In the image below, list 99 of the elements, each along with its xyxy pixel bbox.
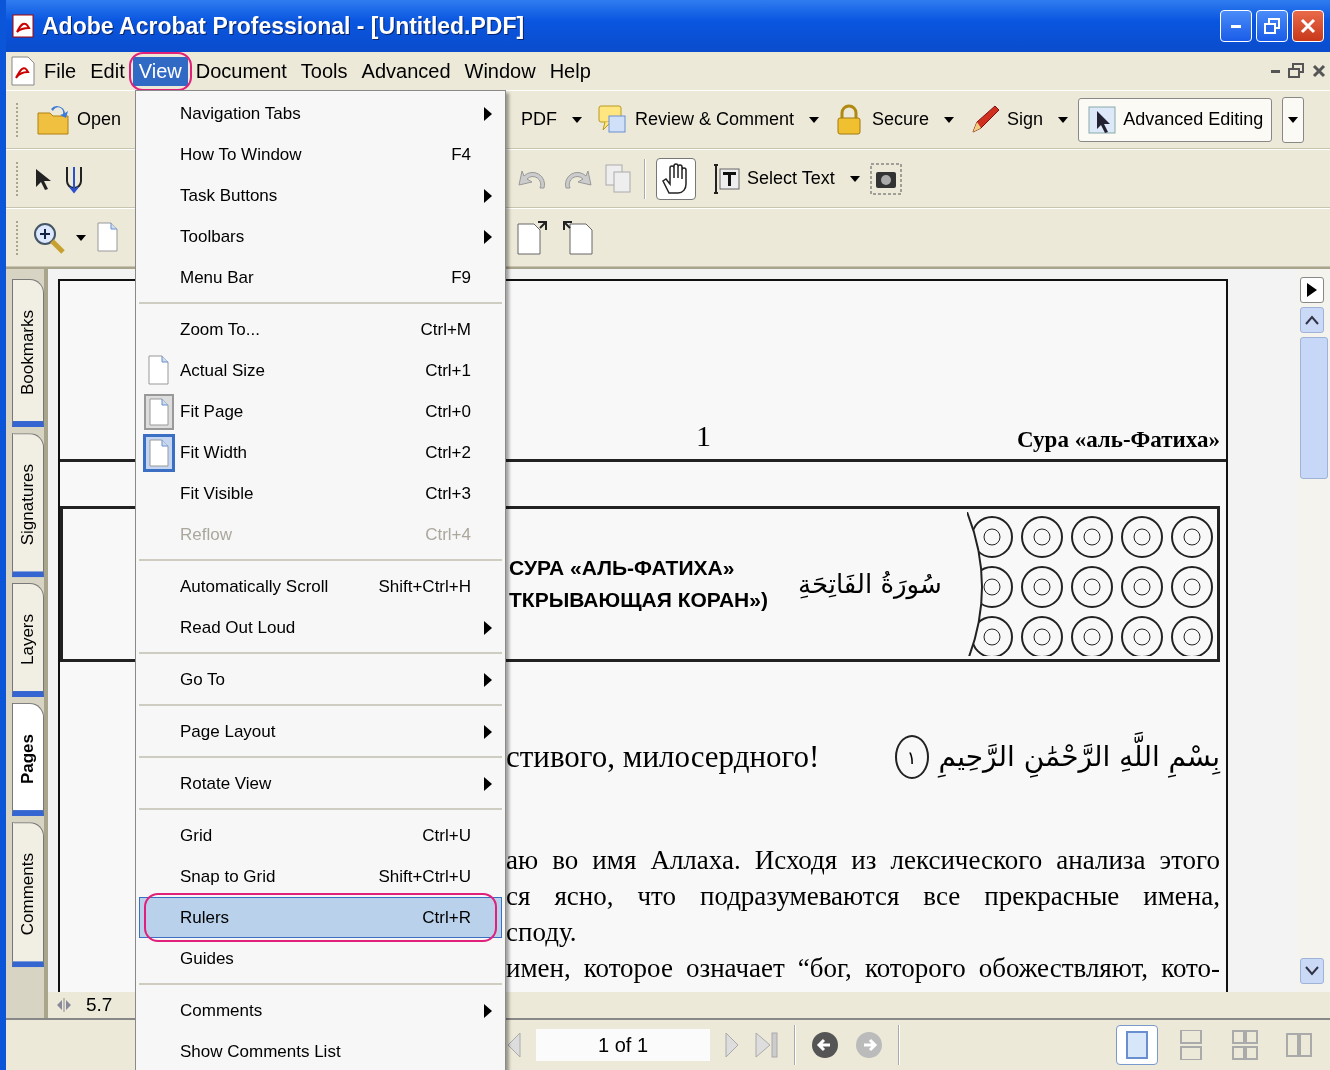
menu-item[interactable]: Menu Bar F9 (139, 257, 502, 298)
task-button[interactable]: PDF (516, 104, 562, 135)
page-size-text: 5.7 (86, 994, 113, 1016)
caret-icon[interactable] (944, 116, 955, 123)
body-text-line: аю во имя Аллаха. Исходя из лексического анализа этого (506, 844, 1220, 878)
pen-icon (969, 103, 1002, 136)
scroll-up-button[interactable] (1300, 307, 1324, 333)
minimize-icon[interactable] (1271, 69, 1280, 73)
menu-item[interactable]: Window (458, 56, 542, 86)
minimize-icon (1231, 24, 1241, 28)
caret-icon[interactable] (1058, 116, 1069, 123)
caret-icon[interactable] (849, 175, 860, 182)
caret-icon[interactable] (572, 116, 582, 123)
banner-title: СУРА «АЛЬ-ФАТИХА» (509, 556, 736, 580)
translation-text: стивого, милосердного! (506, 739, 820, 776)
menu-item[interactable]: Actual Size Ctrl+1 (139, 350, 502, 391)
minimize-button[interactable] (1220, 10, 1252, 42)
select-text-button[interactable]: Select Text (706, 157, 840, 200)
navigation-tab[interactable]: Bookmarks (12, 279, 44, 428)
menu-item[interactable]: Page Layout (139, 711, 502, 752)
menu-item[interactable]: Automatically Scroll Shift+Ctrl+H (139, 566, 502, 607)
menu-item[interactable]: Fit Width Ctrl+2 (139, 432, 502, 473)
close-button[interactable] (1292, 10, 1324, 42)
chevron-up-icon (1305, 315, 1319, 325)
menu-item[interactable]: Read Out Loud (139, 607, 502, 648)
folder-icon (37, 104, 71, 135)
menu-item[interactable]: Guides (139, 938, 502, 979)
submenu-arrow-icon (484, 776, 492, 791)
page-layout-button[interactable] (1116, 1025, 1158, 1065)
body-text-line: ся ясно, что подразумеваются все прекрасные имена, (506, 880, 1220, 914)
menu-item[interactable]: Fit Page Ctrl+0 (139, 391, 502, 432)
menu-item[interactable]: Zoom To... Ctrl+M (139, 309, 502, 350)
body-text-line: споду. (506, 916, 578, 950)
menu-item[interactable]: Help (543, 56, 597, 86)
text-cursor-icon (711, 162, 741, 195)
submenu-arrow-icon (484, 106, 492, 121)
menu-item[interactable]: Show Comments List (139, 1031, 502, 1070)
submenu-arrow-icon (484, 724, 492, 739)
page-icon (147, 354, 171, 387)
submenu-arrow-icon (484, 1003, 492, 1018)
verse-number: ١ (894, 735, 929, 780)
submenu-arrow-icon (484, 229, 492, 244)
page-number-field[interactable]: 1 of 1 (536, 1029, 710, 1061)
menu-item[interactable]: Fit Visible Ctrl+3 (139, 473, 502, 514)
scroll-down-button[interactable] (1300, 958, 1324, 984)
app-logo-icon (12, 14, 34, 38)
menu-item[interactable]: Advanced (355, 56, 457, 86)
menu-item[interactable]: Go To (139, 659, 502, 700)
menu-item[interactable]: Edit (84, 56, 131, 86)
window-title: Adobe Acrobat Professional - [Untitled.PDF] (42, 12, 526, 40)
pdf-document-icon (10, 56, 36, 86)
task-button[interactable]: Secure (829, 98, 935, 141)
menu-item[interactable]: Tools (294, 56, 354, 86)
navigation-tab[interactable]: Comments (12, 822, 44, 968)
open-button[interactable]: Open (32, 99, 127, 140)
camera-icon[interactable] (869, 162, 902, 195)
continuous-facing-icon (1230, 1030, 1260, 1060)
caret-icon[interactable] (809, 116, 820, 123)
menu-item[interactable]: Comments (139, 990, 502, 1031)
menu-item[interactable]: File (38, 56, 83, 86)
running-head: Сура «аль-Фатиха» (1017, 427, 1220, 453)
chevron-down-icon (1305, 966, 1319, 976)
page-number: 1 (695, 419, 712, 453)
navigation-tab[interactable]: Layers (12, 583, 44, 698)
submenu-arrow-icon (484, 620, 492, 635)
menu-item[interactable]: Task Buttons (139, 175, 502, 216)
menu-item[interactable]: How To Window F4 (139, 134, 502, 175)
facing-pages-icon (1284, 1030, 1314, 1060)
close-icon[interactable] (1312, 64, 1326, 78)
navigation-tab[interactable]: Signatures (12, 433, 44, 578)
close-icon (1300, 18, 1316, 34)
restore-icon[interactable] (1288, 63, 1304, 79)
caret-icon (1288, 116, 1299, 123)
menu-item[interactable]: Navigation Tabs (139, 93, 502, 134)
restore-icon (1264, 18, 1280, 34)
task-button[interactable]: Review & Comment (592, 98, 800, 141)
arabic-title: سُورَةُ الفَاتِحَةِ (797, 567, 942, 602)
advanced-editing-button[interactable]: Advanced Editing (1078, 97, 1273, 142)
caret-icon[interactable] (76, 234, 86, 241)
dropdown-button[interactable] (1282, 96, 1305, 143)
submenu-arrow-icon (484, 672, 492, 687)
menu-item[interactable]: Grid Ctrl+U (139, 815, 502, 856)
speech-bubble-icon (597, 103, 629, 136)
task-button[interactable]: Sign (964, 98, 1049, 141)
triangle-right-icon (1307, 283, 1317, 297)
menu-item[interactable]: Document (189, 56, 293, 86)
arabic-verse: بِسْمِ اللَّهِ الرَّحْمَٰنِ الرَّحِيمِ (938, 732, 1220, 783)
menu-item[interactable]: Toolbars (139, 216, 502, 257)
menu-item[interactable]: Snap to Grid Shift+Ctrl+U (139, 856, 502, 897)
restore-button[interactable] (1256, 10, 1288, 42)
navigation-tab[interactable]: Pages (12, 703, 44, 817)
hand-tool-button[interactable] (656, 157, 696, 200)
banner-title: ТКРЫВАЮЩАЯ КОРАН») (509, 588, 768, 612)
zoom-in-icon[interactable] (32, 220, 66, 255)
submenu-arrow-icon (484, 188, 492, 203)
page-options-button[interactable] (1300, 277, 1324, 303)
menu-item[interactable]: Rotate View (139, 763, 502, 804)
body-text-line: имен, которое означает “бог, которого обожествляют, кото- (506, 952, 1220, 986)
scrollbar-thumb[interactable] (1300, 337, 1328, 479)
